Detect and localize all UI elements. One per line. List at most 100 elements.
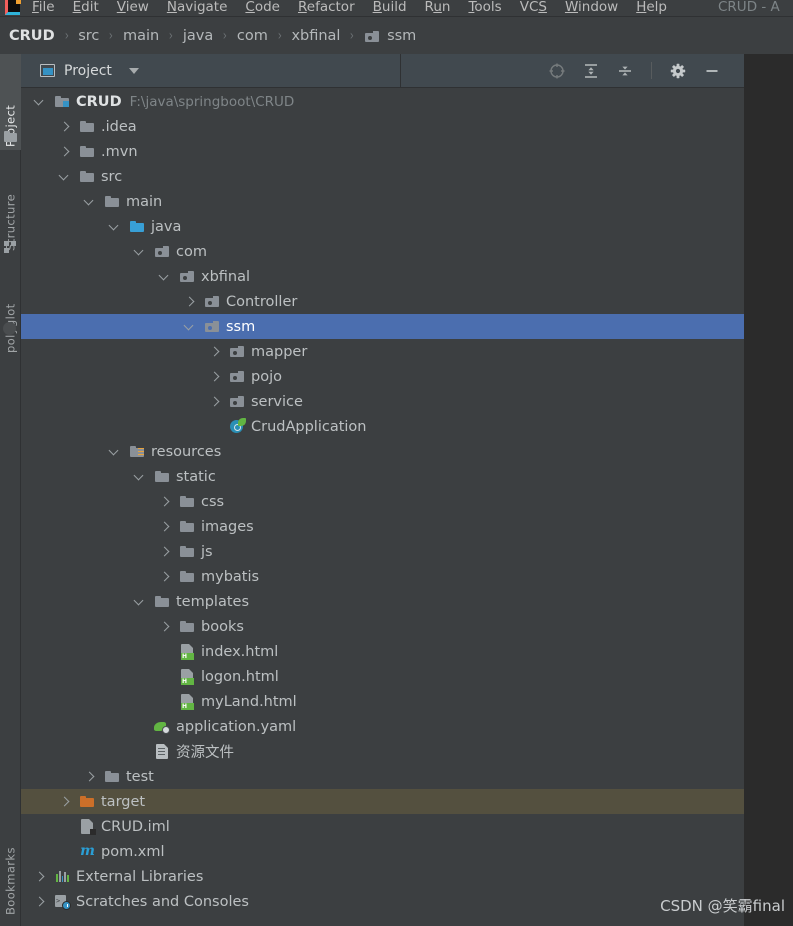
menu-item-code[interactable]: Code (236, 0, 289, 16)
tree-node-images[interactable]: images (21, 514, 744, 539)
menu-item-refactor[interactable]: Refactor (289, 0, 364, 16)
tree-node-mapper[interactable]: mapper (21, 339, 744, 364)
tree-node-test[interactable]: test (21, 764, 744, 789)
chevron-right-icon[interactable] (158, 520, 171, 533)
folder-icon (4, 130, 17, 143)
menu-item-help[interactable]: Help (627, 0, 676, 16)
menu-item-file[interactable]: File (23, 0, 64, 16)
folder-gray-icon (179, 543, 196, 560)
menu-item-navigate[interactable]: Navigate (158, 0, 237, 16)
tree-node-application-yaml[interactable]: application.yaml (21, 714, 744, 739)
breadcrumb-item-src[interactable]: src (78, 28, 99, 44)
menu-item-run[interactable]: Run (416, 0, 460, 16)
breadcrumb-item-main[interactable]: main (123, 28, 159, 44)
tree-node-label: static (176, 468, 216, 485)
expand-all-icon[interactable] (581, 61, 601, 81)
tree-node-static[interactable]: static (21, 464, 744, 489)
chevron-down-icon[interactable] (133, 245, 146, 258)
collapse-all-icon[interactable] (615, 61, 635, 81)
chevron-right-icon[interactable] (83, 770, 96, 783)
chevron-down-icon[interactable] (83, 195, 96, 208)
breadcrumb-item-java[interactable]: java (183, 28, 213, 44)
chevron-right-icon[interactable] (33, 895, 46, 908)
chevron-down-icon[interactable] (33, 95, 46, 108)
project-tree[interactable]: CRUD F:\java\springboot\CRUD .idea .mvn src m… (21, 89, 744, 926)
chevron-down-icon[interactable] (108, 220, 121, 233)
tree-node-pojo[interactable]: pojo (21, 364, 744, 389)
chevron-right-icon[interactable] (58, 120, 71, 133)
tree-node-label: js (201, 543, 213, 560)
breadcrumb-separator-icon: › (109, 28, 114, 44)
chevron-down-icon[interactable] (133, 470, 146, 483)
menu-item-edit[interactable]: Edit (64, 0, 108, 16)
tree-node-css[interactable]: css (21, 489, 744, 514)
tree-node-idea[interactable]: .idea (21, 114, 744, 139)
menu-item-vcs[interactable]: VCS (511, 0, 556, 16)
chevron-right-icon[interactable] (158, 570, 171, 583)
chevron-right-icon[interactable] (158, 545, 171, 558)
gear-icon[interactable] (668, 61, 688, 81)
chevron-right-icon[interactable] (208, 370, 221, 383)
tree-node-com[interactable]: com (21, 239, 744, 264)
tree-node-mybatis[interactable]: mybatis (21, 564, 744, 589)
sidebar-tab-bookmarks[interactable]: Bookmarks (0, 842, 21, 918)
tree-node-templates[interactable]: templates (21, 589, 744, 614)
tree-node-[interactable]: 资源文件 (21, 739, 744, 764)
tree-node-pom-xml[interactable]: m pom.xml (21, 839, 744, 864)
tree-node-crudapplication[interactable]: CrudApplication (21, 414, 744, 439)
chevron-down-icon[interactable] (183, 320, 196, 333)
project-panel-title-area[interactable]: Project (21, 62, 400, 79)
chevron-right-icon[interactable] (158, 495, 171, 508)
tree-node-main[interactable]: main (21, 189, 744, 214)
folder-gray-icon (104, 193, 121, 210)
tree-node-crud-iml[interactable]: CRUD.iml (21, 814, 744, 839)
sidebar-tab-polyglot[interactable]: polyglot (0, 270, 21, 356)
breadcrumb-item-crud[interactable]: CRUD (9, 28, 55, 44)
breadcrumb-separator-icon: › (222, 28, 228, 44)
tree-node-crud[interactable]: CRUD F:\java\springboot\CRUD (21, 89, 744, 114)
minimize-icon[interactable] (702, 61, 722, 81)
tree-node-books[interactable]: books (21, 614, 744, 639)
tree-no-arrow (158, 645, 171, 658)
tree-node-ssm[interactable]: ssm (21, 314, 744, 339)
folder-gray-icon (179, 518, 196, 535)
tree-node-mvn[interactable]: .mvn (21, 139, 744, 164)
tree-node-target[interactable]: target (21, 789, 744, 814)
chevron-right-icon[interactable] (208, 345, 221, 358)
tree-node-service[interactable]: service (21, 389, 744, 414)
chevron-down-icon[interactable] (58, 170, 71, 183)
chevron-right-icon[interactable] (183, 295, 196, 308)
chevron-right-icon[interactable] (33, 870, 46, 883)
chevron-right-icon[interactable] (158, 620, 171, 633)
menu-item-tools[interactable]: Tools (459, 0, 510, 16)
chevron-right-icon[interactable] (58, 795, 71, 808)
chevron-down-icon[interactable] (128, 67, 139, 74)
locate-target-icon[interactable] (547, 61, 567, 81)
breadcrumb-item-com[interactable]: com (237, 28, 268, 44)
tree-node-src[interactable]: src (21, 164, 744, 189)
menu-item-window[interactable]: Window (556, 0, 627, 16)
menu-item-build[interactable]: Build (364, 0, 416, 16)
tree-node-label: test (126, 768, 154, 785)
menu-item-view[interactable]: View (108, 0, 158, 16)
breadcrumb-item-xbfinal[interactable]: xbfinal (291, 28, 340, 44)
project-tool-window: Project CRUD F:\java\springboot\CRUD .id… (21, 53, 744, 926)
tree-node-scratches-and-consoles[interactable]: > Scratches and Consoles (21, 889, 744, 914)
tree-node-myland-html[interactable]: HmyLand.html (21, 689, 744, 714)
tree-node-external-libraries[interactable]: External Libraries (21, 864, 744, 889)
breadcrumb-item-ssm[interactable]: ssm (364, 28, 416, 45)
intellij-idea-window: File Edit View Navigate Code Refactor Bu… (0, 0, 793, 926)
tree-node-js[interactable]: js (21, 539, 744, 564)
tree-node-resources[interactable]: resources (21, 439, 744, 464)
tree-node-logon-html[interactable]: Hlogon.html (21, 664, 744, 689)
chevron-down-icon[interactable] (133, 595, 146, 608)
chevron-down-icon[interactable] (108, 445, 121, 458)
chevron-down-icon[interactable] (158, 270, 171, 283)
tree-node-controller[interactable]: Controller (21, 289, 744, 314)
chevron-right-icon[interactable] (58, 145, 71, 158)
tree-node-xbfinal[interactable]: xbfinal (21, 264, 744, 289)
chevron-right-icon[interactable] (208, 395, 221, 408)
tree-node-java[interactable]: java (21, 214, 744, 239)
tree-node-label: templates (176, 593, 250, 610)
tree-node-index-html[interactable]: Hindex.html (21, 639, 744, 664)
